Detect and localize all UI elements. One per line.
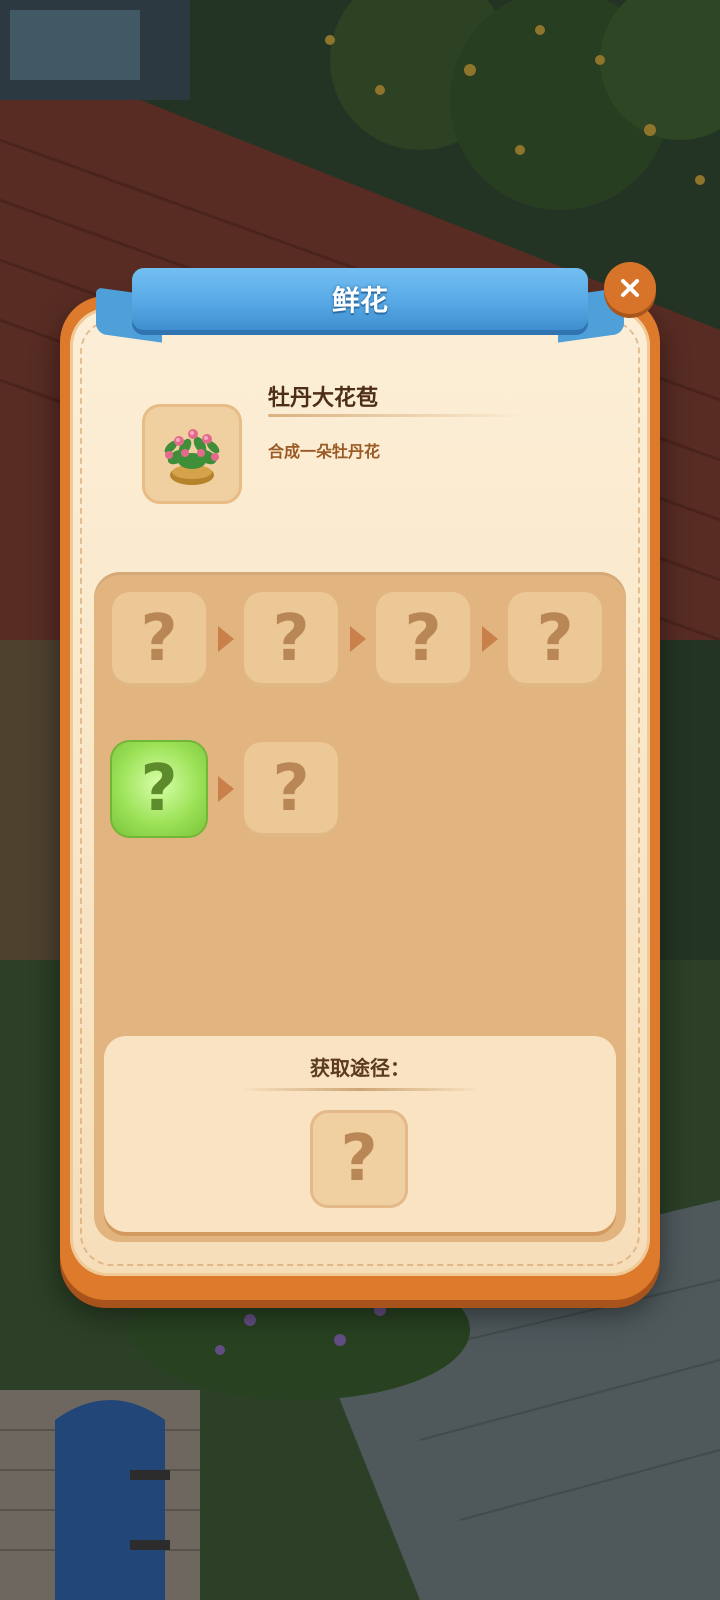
chain-slot-locked[interactable]: ? xyxy=(376,592,470,686)
question-mark-icon: ? xyxy=(536,602,574,676)
chain-slot-locked[interactable]: ? xyxy=(244,592,338,686)
title-ribbon: 鲜花 xyxy=(132,268,588,330)
source-title: 获取途径： xyxy=(310,1056,410,1080)
chevron-right-icon xyxy=(350,626,366,652)
item-name: 牡丹大花苞 xyxy=(268,386,379,411)
dialog-title: 鲜花 xyxy=(331,284,388,317)
chevron-right-icon xyxy=(218,626,234,652)
question-mark-icon: ? xyxy=(340,1122,378,1196)
item-description: 合成一朵牡丹花 xyxy=(268,442,381,461)
chevron-right-icon xyxy=(482,626,498,652)
chain-slot-locked[interactable]: ? xyxy=(508,592,602,686)
question-mark-icon: ? xyxy=(140,602,178,676)
item-icon-slot xyxy=(142,404,242,504)
chain-slot-locked[interactable]: ? xyxy=(244,742,338,836)
close-icon xyxy=(621,279,639,297)
question-mark-icon: ? xyxy=(404,602,442,676)
chain-slot-current[interactable]: ? xyxy=(112,742,206,836)
question-mark-icon: ? xyxy=(272,602,310,676)
question-mark-icon: ? xyxy=(140,752,178,826)
question-mark-icon: ? xyxy=(272,752,310,826)
chevron-right-icon xyxy=(218,776,234,802)
close-button[interactable] xyxy=(604,262,656,314)
source-slot[interactable]: ? xyxy=(310,1110,408,1208)
chain-slot-locked[interactable]: ? xyxy=(112,592,206,686)
peony-bush-icon xyxy=(164,429,220,485)
name-divider xyxy=(268,414,528,417)
source-divider xyxy=(238,1088,482,1091)
